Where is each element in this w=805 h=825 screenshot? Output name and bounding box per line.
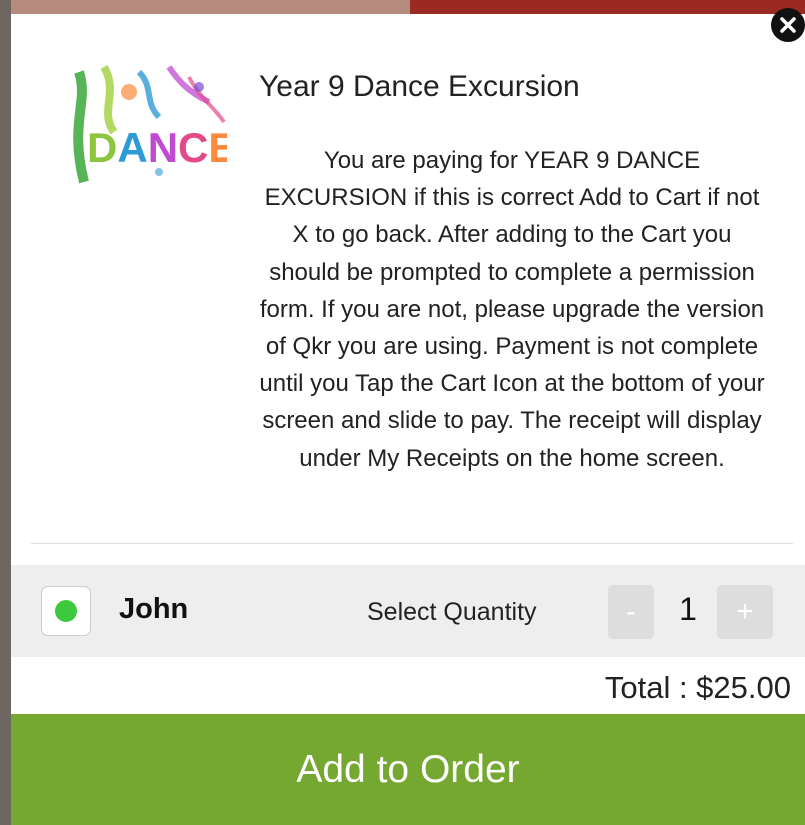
background-edge — [0, 0, 11, 825]
item-description: You are paying for YEAR 9 DANCE EXCURSIO… — [259, 147, 765, 472]
dance-logo: DANCE — [59, 62, 236, 202]
quantity-increase-button[interactable]: + — [717, 585, 773, 639]
item-title: Year 9 Dance Excursion — [259, 70, 580, 103]
logo-letter: C — [178, 124, 208, 171]
quantity-value: 1 — [679, 591, 697, 627]
divider — [31, 543, 793, 544]
background-left — [0, 0, 410, 14]
logo-letter: N — [148, 124, 178, 171]
close-icon — [780, 17, 796, 33]
status-dot-icon — [55, 600, 77, 622]
quantity-decrease-button[interactable]: - — [608, 585, 654, 639]
select-quantity-label: Select Quantity — [367, 598, 537, 626]
total-amount: Total : $25.00 — [604, 670, 791, 705]
background-right — [410, 0, 805, 14]
logo-letter: A — [117, 124, 147, 171]
add-to-order-button[interactable]: Add to Order — [11, 714, 805, 825]
status-toggle[interactable] — [41, 586, 91, 636]
person-name: John — [119, 593, 189, 625]
logo-letter: E — [208, 124, 227, 171]
person-row: John Select Quantity - 1 + — [11, 565, 805, 657]
item-modal: DANCE Year 9 Dance Excursion You are pay… — [11, 14, 805, 825]
close-button[interactable] — [771, 8, 805, 42]
